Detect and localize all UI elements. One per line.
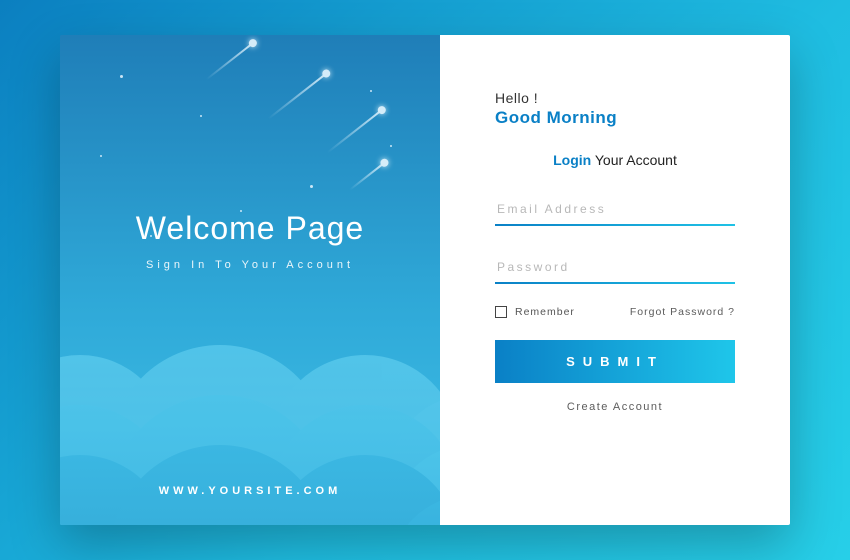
greeting-line-1: Hello ! xyxy=(495,90,735,106)
checkbox-icon xyxy=(495,306,507,318)
welcome-panel: Welcome Page Sign In To Your Account WWW… xyxy=(60,35,440,525)
login-card: Welcome Page Sign In To Your Account WWW… xyxy=(60,35,790,525)
forgot-password-link[interactable]: Forgot Password ? xyxy=(630,306,735,318)
greeting-line-2: Good Morning xyxy=(495,108,735,128)
email-field[interactable] xyxy=(495,194,735,226)
submit-button[interactable]: SUBMIT xyxy=(495,340,735,383)
login-heading-accent: Login xyxy=(553,152,591,168)
login-heading-rest: Your Account xyxy=(591,152,677,168)
login-heading: Login Your Account xyxy=(495,152,735,168)
create-account-link[interactable]: Create Account xyxy=(495,401,735,413)
site-url: WWW.YOURSITE.COM xyxy=(100,485,400,497)
password-field[interactable] xyxy=(495,252,735,284)
welcome-title: Welcome Page xyxy=(100,210,400,247)
remember-label: Remember xyxy=(515,306,575,318)
login-form-panel: Hello ! Good Morning Login Your Account … xyxy=(440,35,790,525)
welcome-subtitle: Sign In To Your Account xyxy=(100,259,400,271)
remember-checkbox[interactable]: Remember xyxy=(495,306,575,318)
